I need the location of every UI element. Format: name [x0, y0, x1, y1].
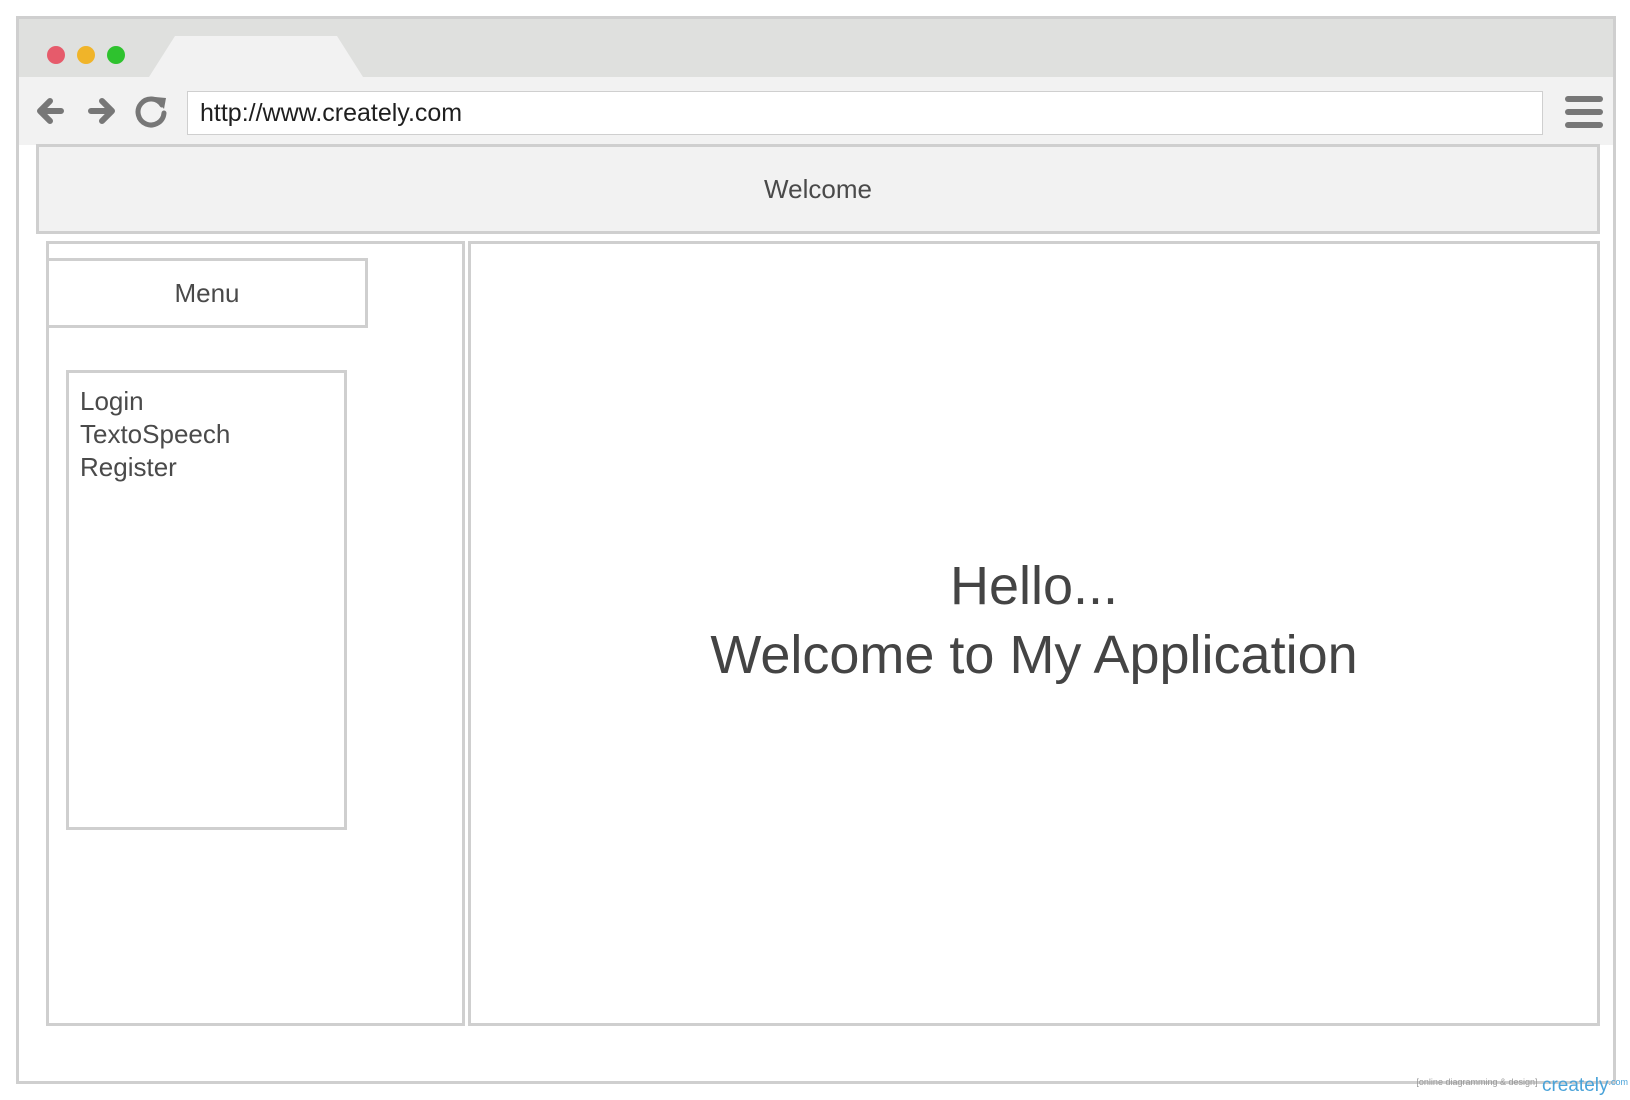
address-bar[interactable]: http://www.creately.com	[187, 91, 1543, 135]
browser-menu-button[interactable]	[1565, 93, 1605, 133]
reload-icon	[135, 96, 167, 128]
headline-text: Welcome to My Application	[710, 625, 1358, 685]
arrow-right-icon	[88, 98, 115, 124]
greeting-text: Hello...	[949, 556, 1119, 616]
forward-button[interactable]	[81, 91, 121, 131]
hamburger-menu-icon	[1565, 96, 1603, 102]
menu-item-register[interactable]: Register	[80, 451, 344, 484]
arrow-left-icon	[37, 98, 64, 124]
minimize-window-button[interactable]	[77, 46, 95, 64]
watermark-suffix: .com	[1608, 1077, 1628, 1087]
welcome-message: Hello... Welcome to My Application	[471, 552, 1597, 690]
hamburger-line	[1565, 109, 1603, 115]
creately-logo: creately	[1541, 1075, 1609, 1096]
close-window-button[interactable]	[47, 46, 65, 64]
menu-list: Login TextoSpeech Register	[66, 370, 347, 830]
browser-tab[interactable]	[149, 36, 363, 77]
title-bar	[19, 19, 1613, 77]
hamburger-line	[1565, 122, 1603, 128]
maximize-window-button[interactable]	[107, 46, 125, 64]
creately-watermark: [online diagramming & design] creately.c…	[1396, 1075, 1628, 1097]
watermark-tagline: [online diagramming & design]	[1416, 1077, 1538, 1087]
browser-toolbar: http://www.creately.com	[19, 77, 1613, 145]
main-content: Hello... Welcome to My Application	[468, 241, 1600, 1026]
back-button[interactable]	[31, 91, 71, 131]
reload-button[interactable]	[131, 91, 171, 131]
menu-item-textospeech[interactable]: TextoSpeech	[80, 418, 344, 451]
menu-title: Menu	[46, 258, 368, 328]
page-header: Welcome	[36, 144, 1600, 234]
browser-window: http://www.creately.com Welcome Menu Log…	[16, 16, 1616, 1084]
menu-item-login[interactable]: Login	[80, 385, 344, 418]
